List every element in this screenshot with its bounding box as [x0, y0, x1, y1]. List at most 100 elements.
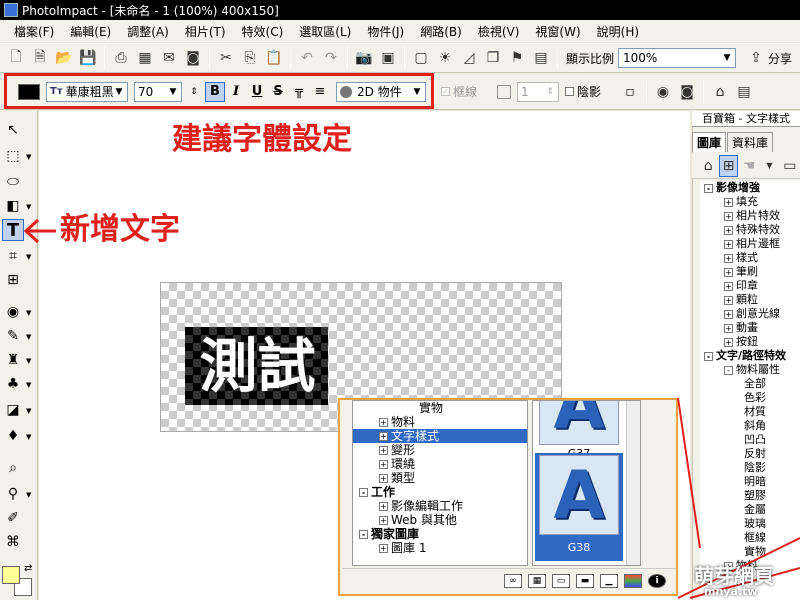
expand-icon[interactable]: + [724, 267, 733, 277]
open-folder-icon[interactable]: 📂 [53, 47, 75, 69]
tree-node[interactable]: + 筆刷 [700, 265, 800, 279]
tab-gallery[interactable]: 圖庫 [692, 132, 727, 152]
inset-tree-node[interactable]: - 獨家圖庫 [353, 527, 527, 541]
expand-icon[interactable]: + [724, 323, 733, 333]
inset-tree-node[interactable]: 實物 [353, 401, 527, 415]
tree-view-icon[interactable]: ⊞ [719, 154, 738, 177]
tree-node[interactable]: + 特殊特效 [700, 223, 800, 237]
print-icon[interactable]: ⎙ [110, 47, 132, 69]
chevron-down-icon[interactable]: ▼ [26, 357, 31, 365]
menu-adjust[interactable]: 調整(A) [119, 23, 177, 40]
collapse-icon[interactable]: - [724, 365, 733, 375]
chevron-down-icon[interactable]: ▼ [26, 491, 31, 499]
tree-node[interactable]: - 影像增強 [700, 181, 800, 195]
hand-icon[interactable]: ☚ [740, 155, 758, 177]
expand-icon[interactable]: + [724, 281, 733, 291]
inset-scrollbar[interactable] [626, 401, 640, 565]
style-thumbnail[interactable]: A G38 [535, 453, 623, 561]
new-image-icon[interactable]: 🗎 [29, 47, 51, 69]
selection-tool-icon[interactable]: ⬚ [2, 145, 24, 167]
collapse-icon[interactable]: - [359, 530, 368, 539]
cut-icon[interactable]: ✂ [215, 47, 237, 69]
frame-icon[interactable]: ▭ [552, 573, 570, 588]
expand-icon[interactable]: + [724, 337, 733, 347]
tree-node[interactable]: + 顆粒 [700, 293, 800, 307]
panel-icon[interactable]: ▤ [733, 81, 755, 103]
stamp-tool-icon[interactable]: ♜ [2, 349, 24, 371]
save-icon[interactable]: 💾 [77, 47, 99, 69]
chevron-down-icon[interactable]: ▼ [26, 333, 31, 341]
web-icon[interactable]: ▤ [530, 47, 552, 69]
undo-icon[interactable]: ↶ [296, 47, 318, 69]
scan-icon[interactable]: ▣ [377, 47, 399, 69]
inset-tree-node[interactable]: + 圖庫 1 [353, 541, 527, 555]
mail-icon[interactable]: ✉ [158, 47, 180, 69]
link-icon[interactable]: ∞ [504, 573, 522, 588]
chevron-down-icon[interactable]: ▼ [26, 381, 31, 389]
expand-icon[interactable]: + [724, 253, 733, 263]
ruler-icon[interactable]: ▬ [576, 573, 594, 588]
menu-view[interactable]: 檢視(V) [470, 23, 528, 40]
menu-effect[interactable]: 特效(C) [234, 23, 292, 40]
path-tool-icon[interactable]: ⌘ [2, 531, 24, 553]
copy-icon[interactable]: ⎘ [239, 47, 261, 69]
menu-web[interactable]: 網路(B) [412, 23, 470, 40]
share-button[interactable]: ⇪ 分享 [744, 47, 792, 69]
chevron-down-icon[interactable]: ▼ [26, 253, 31, 261]
collapse-icon[interactable]: - [704, 351, 713, 361]
print-preview-icon[interactable]: ▦ [134, 47, 156, 69]
tree-node[interactable]: 全部 [700, 377, 800, 391]
tree-node[interactable]: + 填充 [700, 195, 800, 209]
menu-help[interactable]: 說明(H) [589, 23, 647, 40]
inset-tree-node[interactable]: + 影像編輯工作 [353, 499, 527, 513]
zoom-select[interactable]: 100% ▼ [618, 48, 737, 68]
home-icon[interactable]: ⌂ [709, 81, 731, 103]
chevron-down-icon[interactable]: ▼ [26, 433, 31, 441]
scale-icon[interactable]: ▁ [600, 573, 618, 588]
snapshot-icon[interactable]: ◙ [676, 81, 698, 103]
expand-icon[interactable]: + [379, 418, 388, 427]
tree-node[interactable]: + 相片特效 [700, 209, 800, 223]
expand-icon[interactable]: + [724, 197, 733, 207]
border-width-spinner[interactable]: 1 ⇕ [517, 81, 560, 102]
menu-object[interactable]: 物件(J) [359, 23, 412, 40]
menu-selection[interactable]: 選取區(L) [291, 23, 359, 40]
fill-tool-icon[interactable]: ◧ [2, 195, 24, 217]
eyedropper-tool-icon[interactable]: ⚲ [2, 483, 24, 505]
shadow-settings-icon[interactable]: ▫ [619, 81, 641, 103]
chevron-down-icon[interactable]: ▼ [26, 203, 31, 211]
chevron-down-icon[interactable]: ▼ [26, 407, 31, 415]
zoom-tool-icon[interactable]: ⌕ [2, 457, 24, 479]
tree-node[interactable]: + 樣式 [700, 251, 800, 265]
chevron-down-icon[interactable]: ▼ [26, 309, 31, 317]
slope-icon[interactable]: ◿ [458, 47, 480, 69]
flag-icon[interactable]: ⚑ [506, 47, 528, 69]
inset-tree-node[interactable]: + 物料 [353, 415, 527, 429]
expand-icon[interactable]: + [379, 544, 388, 553]
chevron-down-icon[interactable]: ▼ [26, 153, 31, 161]
expand-icon[interactable]: + [379, 432, 388, 441]
eraser-tool-icon[interactable]: ◪ [2, 399, 24, 421]
window-icon[interactable]: ▭ [781, 155, 799, 177]
expand-icon[interactable]: + [724, 225, 733, 235]
collapse-icon[interactable]: - [704, 183, 713, 193]
expand-icon[interactable]: + [379, 516, 388, 525]
3d-icon[interactable]: ◉ [652, 81, 674, 103]
inset-tree-node[interactable]: + 類型 [353, 471, 527, 485]
crop-tool-icon[interactable]: ⌗ [2, 245, 24, 267]
shadow-checkbox[interactable]: 陰影 [565, 83, 601, 100]
inset-tree-node[interactable]: + Web 與其他 [353, 513, 527, 527]
pen-tool-icon[interactable]: ✐ [2, 507, 24, 529]
tree-node[interactable]: + 動畫 [700, 321, 800, 335]
clone-tool-icon[interactable]: ♣ [2, 373, 24, 395]
expand-icon[interactable]: + [724, 309, 733, 319]
inset-tree-node[interactable]: + 環繞 [353, 457, 527, 471]
redo-icon[interactable]: ↷ [320, 47, 342, 69]
capture-icon[interactable]: ◙ [182, 47, 204, 69]
tree-node[interactable]: + 印章 [700, 279, 800, 293]
bucket-tool-icon[interactable]: ♦ [2, 425, 24, 447]
inset-tree-node[interactable]: - 工作 [353, 485, 527, 499]
border-color-swatch[interactable] [497, 84, 512, 99]
eye-tool-icon[interactable]: ◉ [2, 301, 24, 323]
tree-node[interactable]: + 創意光線 [700, 307, 800, 321]
